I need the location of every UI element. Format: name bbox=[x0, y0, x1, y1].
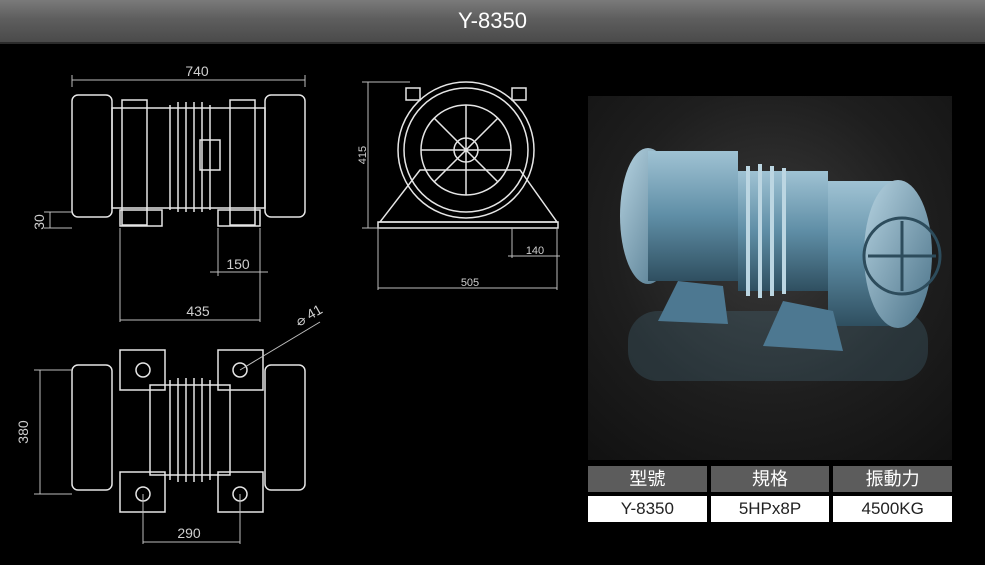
vibration-motor-illustration bbox=[620, 148, 942, 381]
spec-value-row: Y-8350 5HPx8P 4500KG bbox=[588, 492, 953, 522]
side-view-dimensions bbox=[44, 75, 306, 322]
dim-base-thickness-label: 30 bbox=[31, 214, 47, 230]
side-view bbox=[71, 94, 306, 227]
spec-value-force: 4500KG bbox=[833, 496, 953, 522]
end-view bbox=[377, 81, 559, 229]
end-view-dimensions bbox=[362, 81, 560, 290]
bottom-view-dimensions bbox=[34, 321, 321, 544]
dim-length-label: 740 bbox=[185, 63, 209, 79]
spec-header-spec: 規格 bbox=[710, 466, 830, 492]
dim-hole-span-side-label: 435 bbox=[186, 303, 210, 319]
spec-header-row: 型號 規格 振動力 bbox=[588, 466, 953, 492]
dim-foot-label: 140 bbox=[526, 245, 544, 257]
dim-foot-offset-label: 150 bbox=[226, 256, 250, 272]
dim-depth-label: 505 bbox=[461, 277, 479, 289]
spec-header-force: 振動力 bbox=[833, 466, 953, 492]
bottom-view bbox=[71, 349, 306, 513]
dim-width-label: 380 bbox=[15, 420, 31, 444]
dim-hole-dia-label: 41 bbox=[304, 301, 326, 323]
spec-table: 型號 規格 振動力 Y-8350 5HPx8P 4500KG bbox=[588, 466, 953, 522]
dim-height-label: 415 bbox=[357, 146, 369, 164]
dim-hole-span-bottom-label: 290 bbox=[177, 525, 201, 541]
product-photo bbox=[588, 96, 952, 460]
spec-header-model: 型號 bbox=[588, 466, 707, 492]
diameter-symbol: ⌀ bbox=[297, 312, 305, 328]
spec-value-spec: 5HPx8P bbox=[710, 496, 830, 522]
spec-value-model: Y-8350 bbox=[588, 496, 707, 522]
